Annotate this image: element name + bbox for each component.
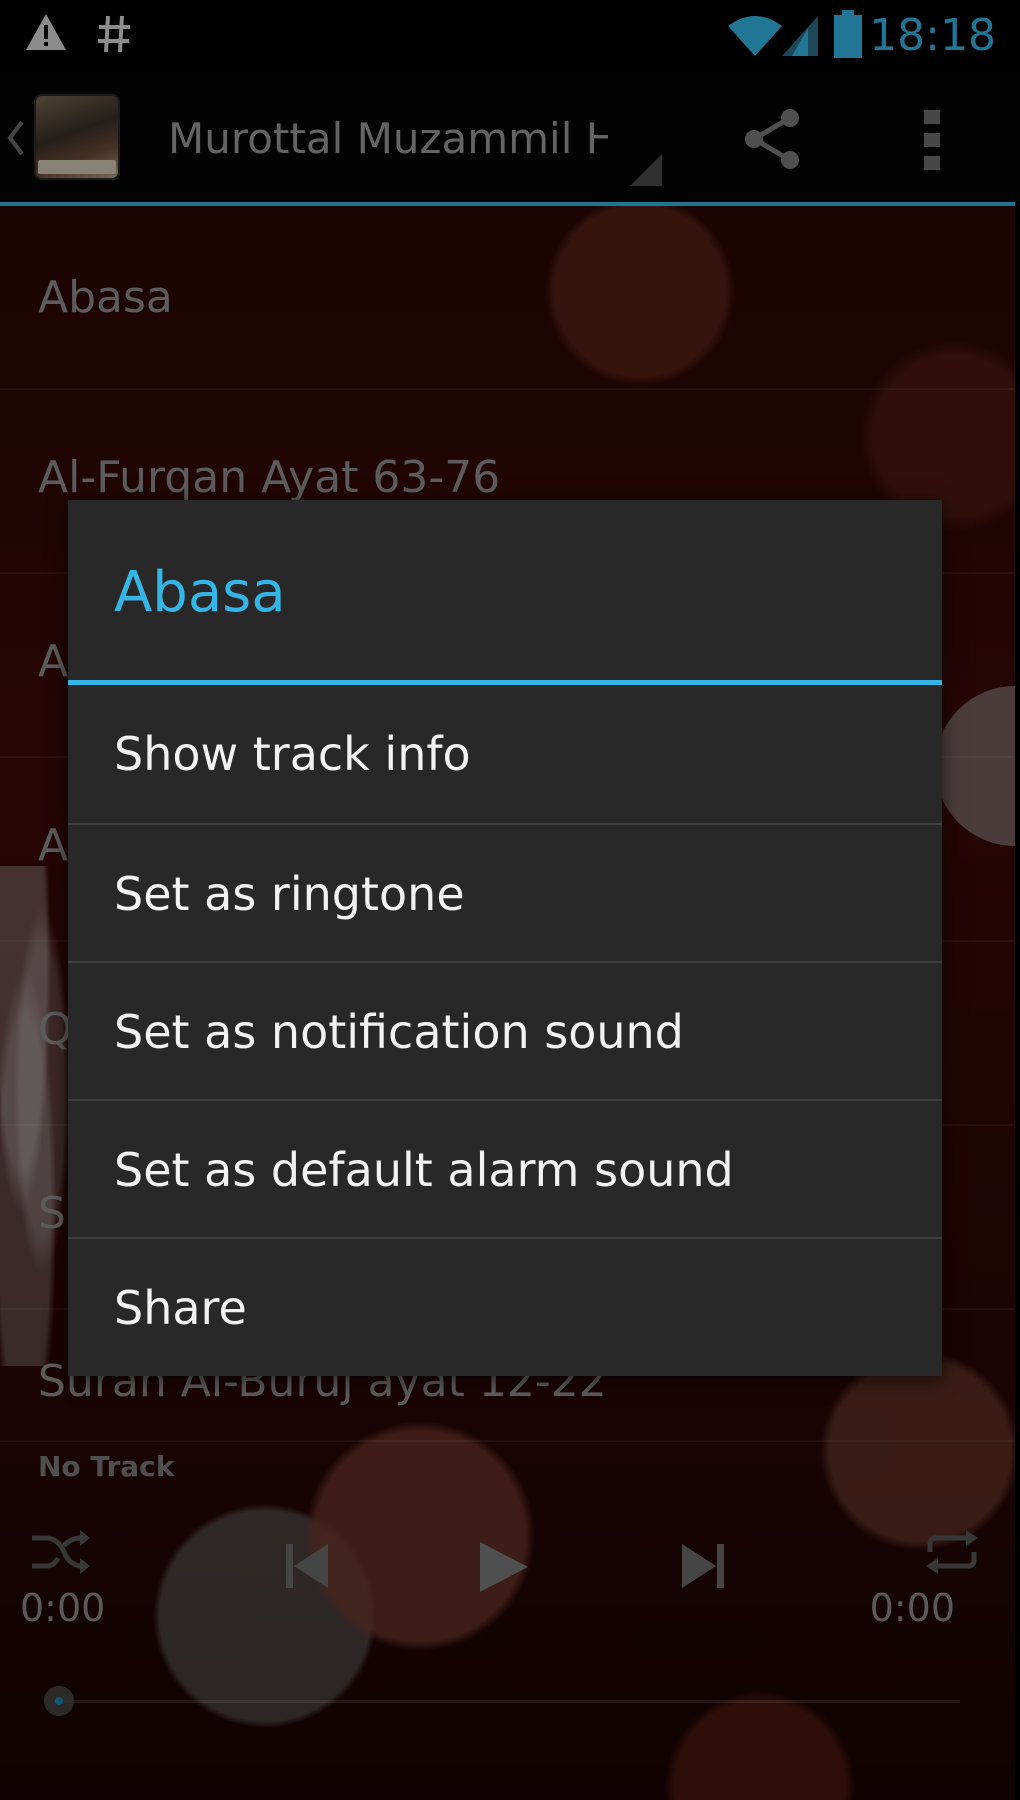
menu-item-label: Show track info: [114, 727, 471, 781]
dialog-title: Abasa: [114, 560, 286, 625]
menu-item-label: Share: [114, 1281, 247, 1335]
menu-item-show-track-info[interactable]: Show track info: [68, 685, 942, 823]
menu-item-share[interactable]: Share: [68, 1237, 942, 1377]
menu-item-label: Set as default alarm sound: [114, 1143, 734, 1197]
menu-item-set-as-ringtone[interactable]: Set as ringtone: [68, 823, 942, 963]
menu-item-set-as-default-alarm-sound[interactable]: Set as default alarm sound: [68, 1099, 942, 1239]
menu-item-label: Set as ringtone: [114, 867, 465, 921]
menu-item-label: Set as notification sound: [114, 1005, 684, 1059]
context-menu-dialog: Abasa Show track info Set as ringtone Se…: [68, 500, 942, 1376]
menu-item-set-as-notification-sound[interactable]: Set as notification sound: [68, 961, 942, 1101]
